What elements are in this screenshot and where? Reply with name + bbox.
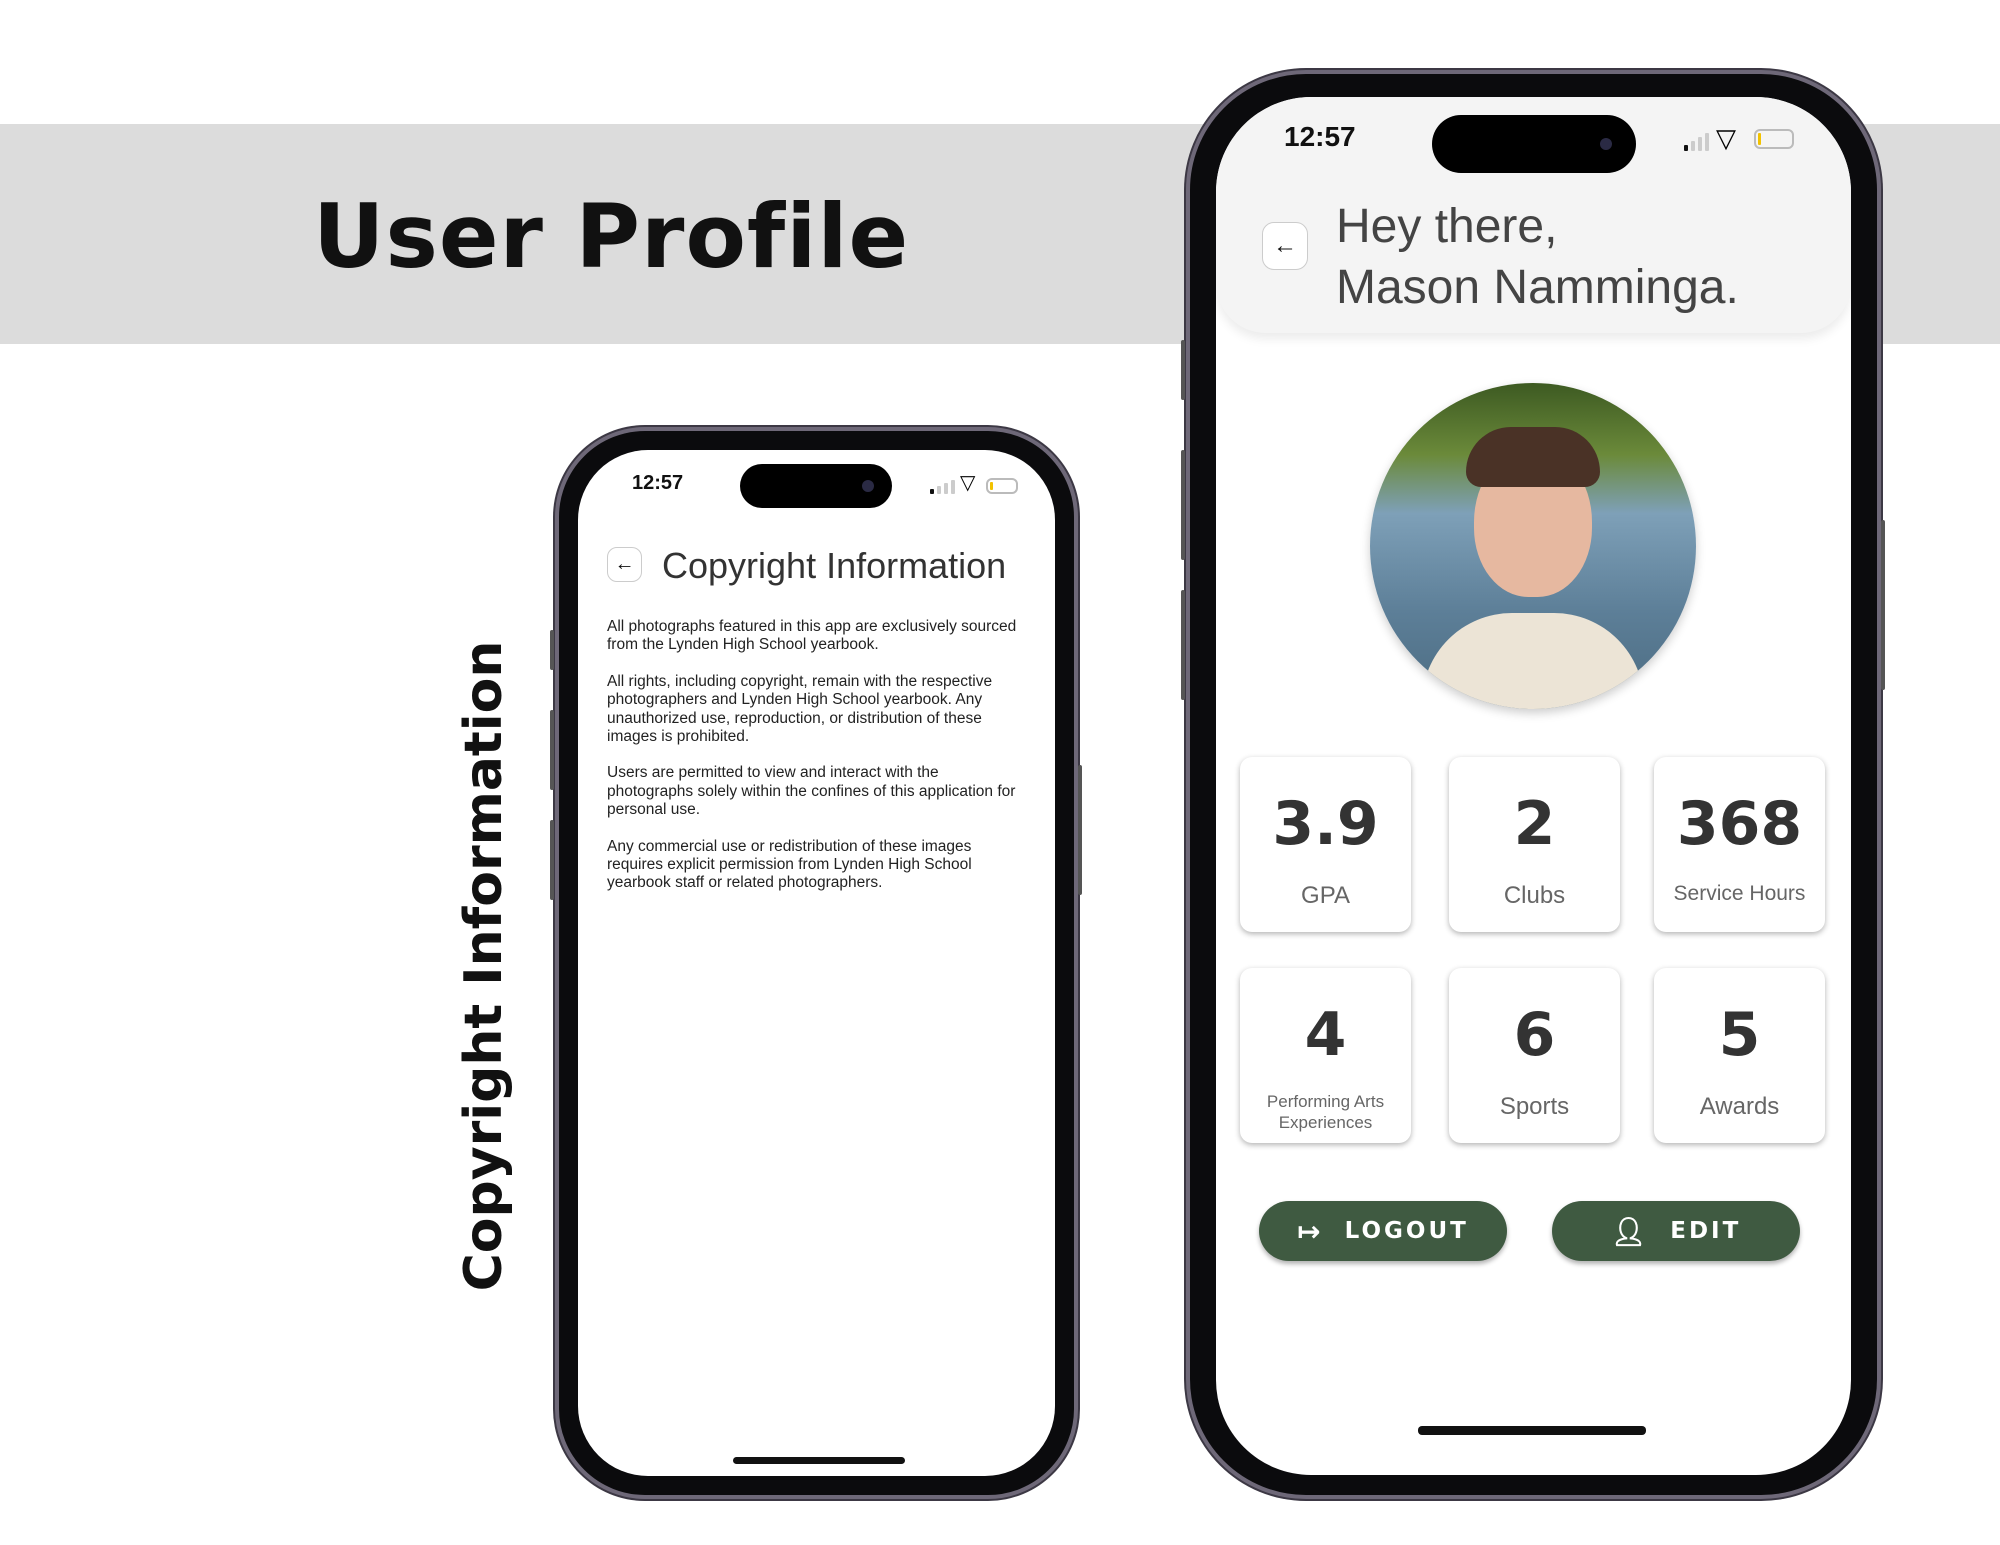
user-name: Mason Namminga. (1336, 261, 1739, 314)
greeting: Hey there, Mason Namminga. (1336, 196, 1739, 318)
signal-icon (1684, 133, 1709, 151)
side-title: Copyright Information (454, 640, 514, 1292)
paragraph: All photographs featured in this app are… (607, 618, 1017, 654)
edit-button[interactable]: 👤︎ EDIT (1552, 1201, 1800, 1261)
home-indicator[interactable] (1418, 1426, 1646, 1435)
wifi-icon: ▽ (960, 472, 976, 494)
stat-card-sports: 6 Sports (1449, 968, 1620, 1143)
profile-screen: 12:57 ▽ ← Hey there, Mason Namminga. 3.9… (1216, 97, 1851, 1475)
signal-icon (930, 480, 955, 494)
greeting-line1: Hey there, (1336, 200, 1558, 253)
paragraph: Users are permitted to view and interact… (607, 764, 1016, 819)
stat-card-gpa: 3.9 GPA (1240, 757, 1411, 932)
dynamic-island (1432, 115, 1636, 173)
status-time: 12:57 (632, 472, 684, 494)
status-time: 12:57 (1284, 121, 1356, 152)
paragraph: Any commercial use or redistribution of … (607, 837, 972, 892)
copyright-text: All photographs featured in this app are… (607, 618, 1027, 911)
battery-icon (1754, 129, 1794, 149)
stat-card-performing-arts: 4 Performing Arts Experiences (1240, 968, 1411, 1143)
back-button[interactable]: ← (1262, 222, 1308, 270)
stat-card-service-hours: 368 Service Hours (1654, 757, 1825, 932)
logout-button[interactable]: ↦ LOGOUT (1259, 1201, 1507, 1261)
battery-icon (986, 478, 1018, 494)
copyright-screen: 12:57 ▽ ← Copyright Information All phot… (578, 450, 1055, 1476)
person-icon: 👤︎ (1610, 1214, 1647, 1248)
stat-card-clubs: 2 Clubs (1449, 757, 1620, 932)
home-indicator[interactable] (733, 1457, 905, 1464)
paragraph: All rights, including copyright, remain … (607, 672, 993, 746)
stat-card-awards: 5 Awards (1654, 968, 1825, 1143)
profile-phone: 12:57 ▽ ← Hey there, Mason Namminga. 3.9… (1186, 70, 1881, 1499)
page-title: User Profile (313, 185, 910, 288)
wifi-icon: ▽ (1716, 123, 1736, 153)
logout-icon: ↦ (1297, 1214, 1321, 1248)
copyright-phone: 12:57 ▽ ← Copyright Information All phot… (555, 427, 1078, 1499)
arrow-left-icon: ← (614, 553, 635, 575)
dynamic-island (740, 464, 892, 508)
back-button[interactable]: ← (607, 547, 642, 582)
screen-title: Copyright Information (662, 545, 1007, 586)
avatar[interactable] (1370, 383, 1696, 709)
arrow-left-icon: ← (1273, 232, 1297, 259)
